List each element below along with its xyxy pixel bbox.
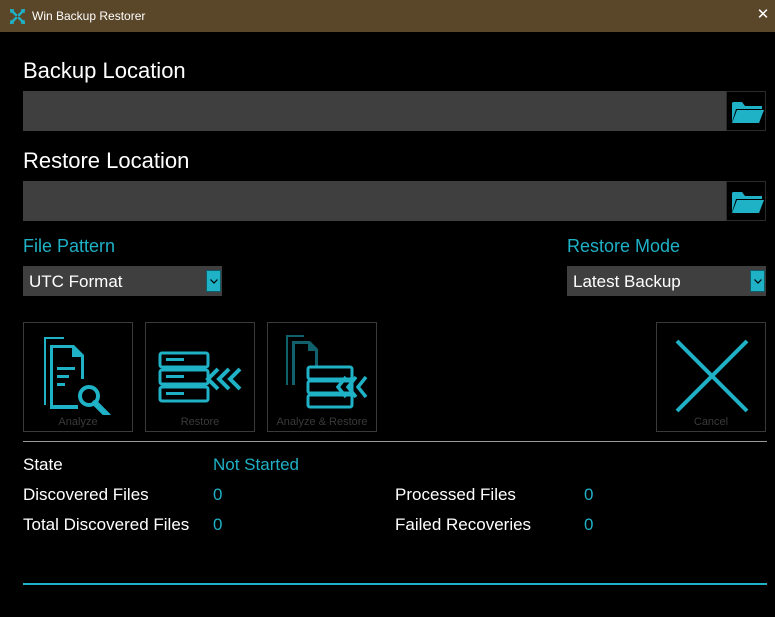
discovered-files-label: Discovered Files (23, 485, 149, 504)
progress-bar (23, 583, 767, 585)
cancel-button[interactable]: Cancel (656, 322, 766, 432)
app-logo-icon (10, 9, 25, 24)
restore-button[interactable]: Restore (145, 322, 255, 432)
folder-open-icon (732, 192, 764, 213)
restore-mode-dropdown-arrow[interactable] (750, 270, 765, 292)
state-value: Not Started (213, 455, 299, 474)
window-title: Win Backup Restorer (32, 9, 146, 23)
file-pattern-dropdown[interactable]: UTC Format (23, 266, 222, 296)
file-pattern-value: UTC Format (29, 272, 123, 291)
restore-mode-label: Restore Mode (567, 236, 681, 256)
backup-location-input[interactable] (23, 91, 726, 131)
close-icon: ✕ (756, 6, 770, 23)
restore-button-label: Restore (180, 416, 220, 428)
state-label: State (23, 455, 63, 474)
browse-backup-button[interactable] (726, 91, 766, 131)
chevron-down-icon (754, 279, 762, 284)
server-restore-icon (158, 351, 242, 403)
restore-location-input[interactable] (23, 181, 726, 221)
analyze-restore-button-label: Analyze & Restore (276, 416, 368, 428)
failed-recoveries-value: 0 (584, 515, 594, 534)
analyze-button-label: Analyze (58, 416, 98, 428)
title-bar: Win Backup Restorer ✕ (0, 0, 775, 32)
document-search-icon (44, 337, 111, 415)
backup-location-label: Backup Location (23, 58, 186, 83)
total-discovered-files-value: 0 (213, 515, 223, 534)
close-window-button[interactable]: ✕ (752, 4, 774, 26)
discovered-files-value: 0 (213, 485, 223, 504)
processed-files-value: 0 (584, 485, 594, 504)
analyze-restore-button[interactable]: Analyze & Restore (267, 322, 377, 432)
file-pattern-dropdown-arrow[interactable] (206, 270, 221, 292)
total-discovered-files-label: Total Discovered Files (23, 515, 190, 534)
cancel-button-label: Cancel (693, 416, 729, 428)
restore-location-label: Restore Location (23, 148, 190, 173)
section-divider (23, 441, 767, 442)
browse-restore-button[interactable] (726, 181, 766, 221)
folder-open-icon (732, 102, 764, 123)
processed-files-label: Processed Files (395, 485, 516, 504)
failed-recoveries-label: Failed Recoveries (395, 515, 532, 534)
cancel-x-icon (675, 339, 749, 413)
restore-mode-dropdown[interactable]: Latest Backup (567, 266, 766, 296)
file-pattern-label: File Pattern (23, 236, 116, 256)
restore-mode-value: Latest Backup (573, 272, 681, 291)
chevron-down-icon (210, 279, 218, 284)
analyze-button[interactable]: Analyze (23, 322, 133, 432)
documents-restore-icon (286, 335, 368, 409)
